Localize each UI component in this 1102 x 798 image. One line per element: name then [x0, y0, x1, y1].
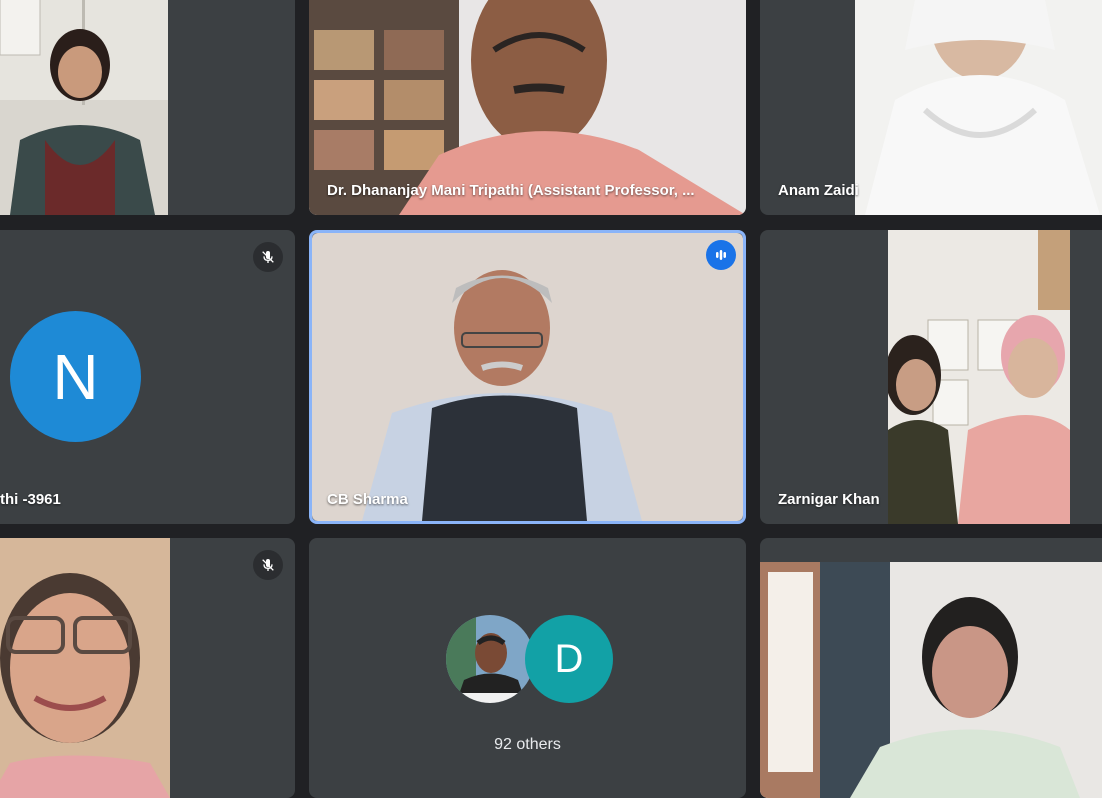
mic-muted-icon — [253, 242, 283, 272]
mic-muted-icon — [253, 550, 283, 580]
others-tile[interactable]: D 92 others — [309, 538, 746, 798]
participant-tile-mid-right[interactable]: Zarnigar Khan — [760, 230, 1102, 524]
participant-name: Dr. Dhananjay Mani Tripathi (Assistant P… — [327, 182, 695, 199]
participant-video — [0, 538, 170, 798]
participant-tile-top-right[interactable]: Anam Zaidi — [760, 0, 1102, 215]
participant-thumbnail — [446, 615, 534, 703]
avatar: N — [10, 311, 141, 442]
participant-video — [888, 230, 1070, 524]
participant-tile-top-center[interactable]: Dr. Dhananjay Mani Tripathi (Assistant P… — [309, 0, 746, 215]
participant-video-frame — [760, 562, 1102, 798]
participant-tile-bottom-right[interactable] — [760, 538, 1102, 798]
participant-video — [855, 0, 1102, 215]
participant-video-frame — [0, 538, 170, 798]
participant-video-frame — [312, 233, 743, 521]
avatar-initial: N — [52, 340, 99, 413]
avatar-initial: D — [554, 636, 584, 681]
participant-video-frame — [855, 0, 1102, 215]
participant-tile-mid-left[interactable]: N thi -3961 — [0, 230, 295, 524]
participant-name: Zarnigar Khan — [778, 491, 880, 508]
participant-video — [760, 562, 1102, 798]
participant-video — [312, 233, 743, 521]
participant-name: CB Sharma — [327, 491, 408, 508]
participant-video-frame — [888, 230, 1070, 524]
participant-name: thi -3961 — [0, 491, 61, 508]
speaking-indicator-icon — [706, 240, 736, 270]
participant-video-frame — [0, 0, 168, 215]
participant-tile-bottom-left[interactable] — [0, 538, 295, 798]
participant-tile-mid-center[interactable]: CB Sharma — [309, 230, 746, 524]
participant-tile-top-left[interactable] — [0, 0, 295, 215]
participant-name: Anam Zaidi — [778, 182, 859, 199]
participant-video — [0, 0, 168, 215]
avatar: D — [525, 615, 613, 703]
others-count-label: 92 others — [494, 736, 561, 753]
